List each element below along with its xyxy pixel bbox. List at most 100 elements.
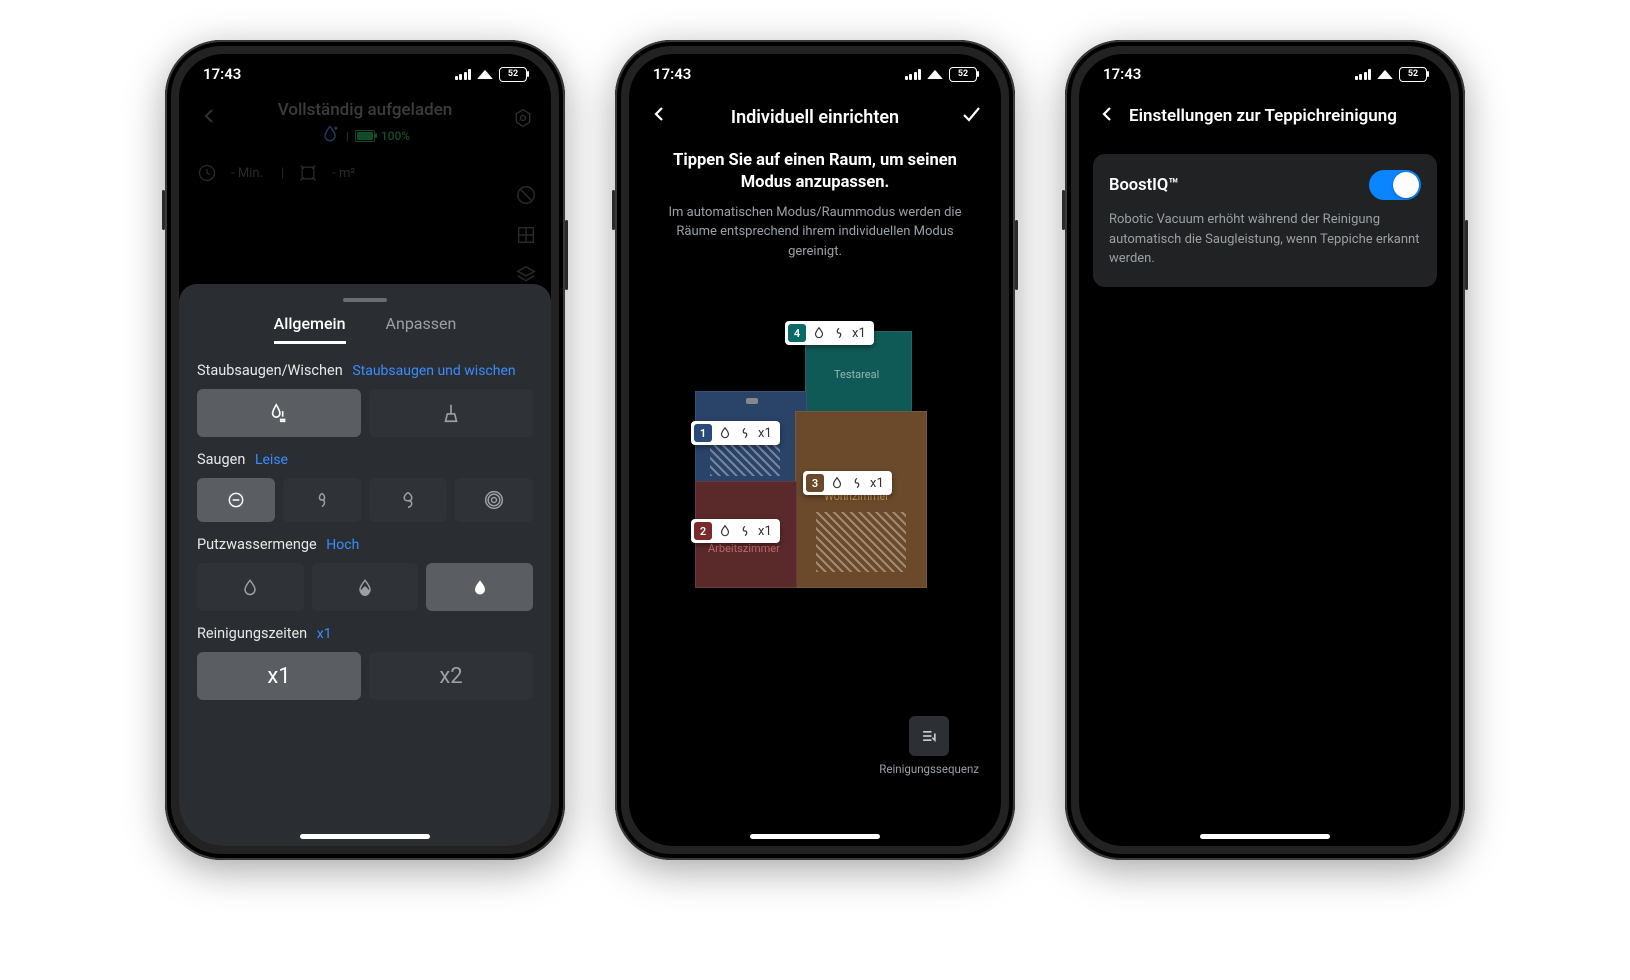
sheet-grab-handle[interactable] [343,298,387,302]
area-icon [298,163,318,183]
room-mult-3: x1 [870,476,884,491]
dimmed-background: Vollständig aufgeladen | 100% - Min. | [179,94,551,195]
room-badge-3[interactable]: 3 x1 [803,471,892,495]
settings-icon[interactable] [513,108,533,132]
notch [1175,54,1355,82]
passes-label: Reinigungszeiten [197,625,307,642]
room-number-4: 4 [788,324,806,342]
fan-icon [738,524,752,538]
tab-general[interactable]: Allgemein [274,314,346,344]
home-indicator[interactable] [1200,834,1330,839]
section-passes: Reinigungszeiten x1 x1 x2 [179,625,551,714]
sequence-icon [919,726,939,746]
page-title: Individuell einrichten [731,107,899,128]
phone-frame-3: 17:43 52 Einstellungen zur Teppichreinig… [1065,40,1465,860]
boostiq-toggle[interactable] [1369,170,1421,200]
section-water: Putzwassermenge Hoch [179,536,551,625]
screen-2: 17:43 52 Individuell einrichten Tippen S… [629,54,1001,846]
cleaning-sequence-label: Reinigungssequenz [879,762,979,776]
tab-customize[interactable]: Anpassen [386,314,457,344]
water-option-low[interactable] [197,563,304,611]
home-indicator[interactable] [300,834,430,839]
drop-icon [812,326,826,340]
status-time: 17:43 [653,65,691,83]
dock-marker [746,398,758,404]
suction-option-standard[interactable] [283,478,361,522]
notch [725,54,905,82]
area-value: - m² [332,166,355,181]
layers-icon[interactable] [515,264,537,286]
status-time: 17:43 [203,65,241,83]
room-number-1: 1 [694,424,712,442]
drop-icon [718,524,732,538]
stats-row: - Min. | - m² [179,151,551,195]
screen-1: 17:43 52 Vollständig aufgeladen | [179,54,551,846]
boostiq-title: BoostIQ™ [1109,176,1179,195]
phone-frame-2: 17:43 52 Individuell einrichten Tippen S… [615,40,1015,860]
cleaning-sequence-button[interactable]: Reinigungssequenz [879,716,979,776]
sheet-tabs: Allgemein Anpassen [179,314,551,344]
water-option-high[interactable] [426,563,533,611]
headline: Tippen Sie auf einen Raum, um seinen Mod… [629,144,1001,203]
section-suction: Saugen Leise [179,451,551,536]
passes-option-x2[interactable]: x2 [369,652,533,700]
battery-icon: 52 [1399,67,1427,82]
room-label-4: Testareal [834,368,879,381]
mode-label: Staubsaugen/Wischen [197,362,343,379]
main-header: Vollständig aufgeladen | 100% [179,94,551,151]
water-option-medium[interactable] [312,563,419,611]
suction-option-max[interactable] [455,478,533,522]
suction-label: Saugen [197,451,245,468]
passes-value: x1 [317,626,332,642]
fan-icon [738,426,752,440]
boostiq-card: BoostIQ™ Robotic Vacuum erhöht während d… [1093,154,1437,287]
no-go-zone-icon[interactable] [515,184,537,206]
room-mult-1: x1 [758,426,772,441]
room-number-3: 3 [806,474,824,492]
status-right: 52 [905,67,978,82]
floor-map: Testareal 4 x1 1 x1 Wohnz [685,321,945,621]
charge-status-title: Vollständig aufgeladen [179,100,551,120]
room-badge-4[interactable]: 4 x1 [785,321,874,345]
page-title: Einstellungen zur Teppichreinigung [1129,106,1435,126]
wifi-icon [477,69,493,78]
room-mult-2: x1 [758,524,772,539]
room-badge-1[interactable]: 1 x1 [691,421,780,445]
wifi-icon [1377,69,1393,78]
mode-value: Staubsaugen und wischen [352,363,515,379]
room-wohnzimmer[interactable]: Wohnzimmer [795,411,927,588]
mode-option-vacuum-mop[interactable] [197,389,361,437]
water-label: Putzwassermenge [197,536,317,553]
wifi-icon [927,69,943,78]
drop-icon [830,476,844,490]
section-mode: Staubsaugen/Wischen Staubsaugen und wisc… [179,362,551,451]
fan-icon [850,476,864,490]
status-right: 52 [1355,67,1428,82]
duration-value: - Min. [231,166,263,181]
page-header: Individuell einrichten [629,94,1001,144]
signal-icon [905,69,922,80]
phone-frame-1: 17:43 52 Vollständig aufgeladen | [165,40,565,860]
home-indicator[interactable] [750,834,880,839]
rooms-grid-icon[interactable] [515,224,537,246]
suction-option-turbo[interactable] [369,478,447,522]
page-header: Einstellungen zur Teppichreinigung [1079,94,1451,144]
fan-icon [832,326,846,340]
water-drop-plus-icon [320,124,340,147]
back-icon[interactable] [647,102,671,132]
mode-option-mop-only[interactable] [369,389,533,437]
sub-headline: Im automatischen Modus/Raummodus werden … [629,203,1001,262]
confirm-icon[interactable] [959,102,983,132]
clock-icon [197,163,217,183]
room-badge-2[interactable]: 2 x1 [691,519,780,543]
back-icon[interactable] [197,104,221,134]
room-number-2: 2 [694,522,712,540]
drop-icon [718,426,732,440]
suction-option-quiet[interactable] [197,478,275,522]
status-time: 17:43 [1103,65,1141,83]
boostiq-description: Robotic Vacuum erhöht während der Reinig… [1109,210,1421,269]
status-right: 52 [455,67,528,82]
passes-option-x1[interactable]: x1 [197,652,361,700]
settings-sheet: Allgemein Anpassen Staubsaugen/Wischen S… [179,284,551,846]
back-icon[interactable] [1095,102,1119,130]
